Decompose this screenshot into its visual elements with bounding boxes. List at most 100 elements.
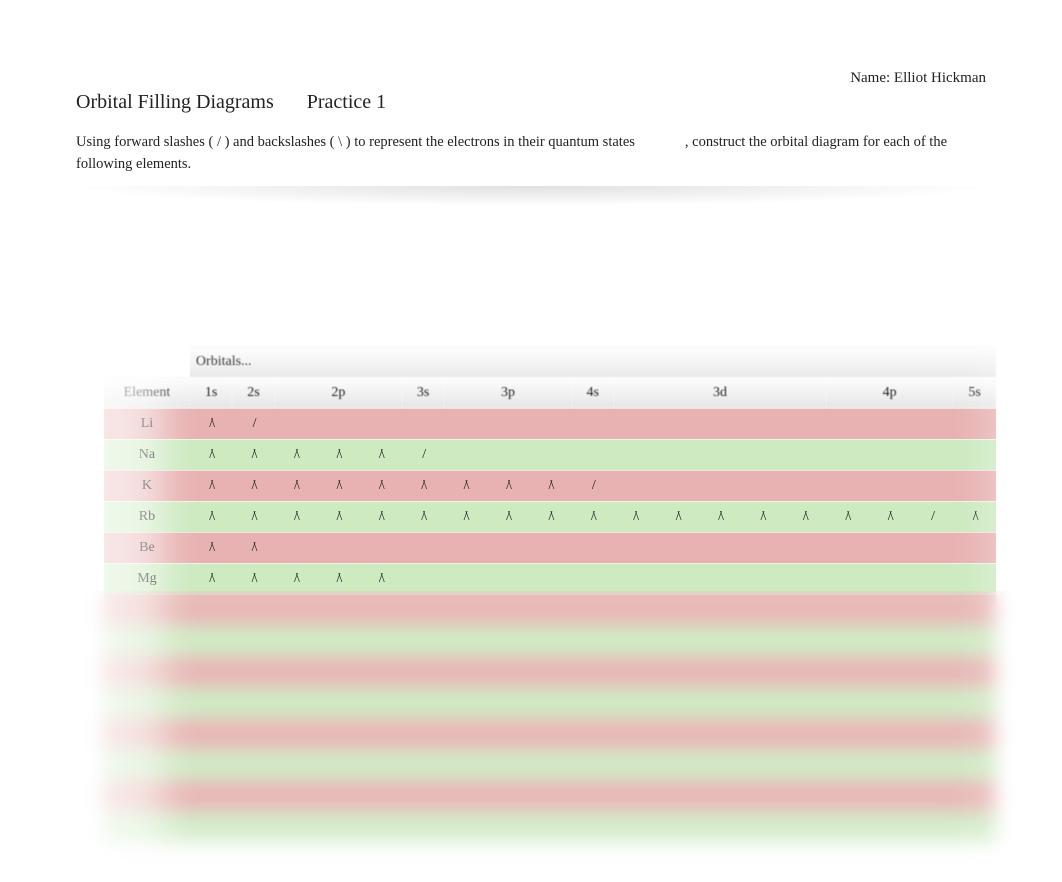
column-element: Element bbox=[104, 377, 190, 408]
orbital-cell bbox=[275, 780, 317, 811]
orbital-cell: /\ bbox=[232, 501, 274, 532]
orbital-cell bbox=[317, 718, 359, 749]
orbital-cell bbox=[826, 625, 868, 656]
orbital-cell: /\ bbox=[190, 439, 232, 470]
orbital-cell bbox=[911, 470, 953, 501]
orbital-cell bbox=[699, 780, 741, 811]
orbital-cell bbox=[360, 749, 402, 780]
orbitals-header-label: Orbitals... bbox=[190, 346, 996, 377]
table-row bbox=[104, 780, 996, 811]
orbital-cell: /\ bbox=[360, 563, 402, 594]
orbitals-header-empty bbox=[104, 346, 190, 377]
orbital-cell bbox=[699, 656, 741, 687]
orbital-cell bbox=[572, 780, 614, 811]
orbital-cell bbox=[275, 811, 317, 842]
orbital-cell bbox=[953, 439, 996, 470]
orbital-cell bbox=[360, 687, 402, 718]
orbital-cell: /\ bbox=[317, 470, 359, 501]
orbital-cell bbox=[232, 718, 274, 749]
header-shadow bbox=[66, 186, 996, 206]
orbital-cell bbox=[402, 408, 444, 439]
orbital-cell bbox=[360, 625, 402, 656]
orbital-cell bbox=[741, 718, 783, 749]
orbital-table: Orbitals...Element1s2s2p3s3p4s3d4p5sLi/\… bbox=[104, 346, 996, 842]
instructions: Using forward slashes ( / ) and backslas… bbox=[76, 132, 986, 176]
worksheet-title: Orbital Filling Diagrams bbox=[76, 91, 274, 114]
orbital-cell bbox=[572, 563, 614, 594]
column-3s: 3s bbox=[402, 377, 444, 408]
orbital-cell bbox=[529, 594, 571, 625]
orbital-cell bbox=[275, 687, 317, 718]
element-cell: Rb bbox=[104, 501, 190, 532]
orbital-cell bbox=[614, 687, 656, 718]
orbital-cell bbox=[826, 470, 868, 501]
column-4p: 4p bbox=[826, 377, 953, 408]
table-row bbox=[104, 718, 996, 749]
column-3d: 3d bbox=[614, 377, 826, 408]
orbital-cell bbox=[826, 780, 868, 811]
orbital-cell bbox=[911, 780, 953, 811]
orbital-cell bbox=[232, 625, 274, 656]
column-2s: 2s bbox=[232, 377, 274, 408]
orbital-cell bbox=[275, 594, 317, 625]
orbital-cell bbox=[953, 532, 996, 563]
orbital-cell bbox=[656, 749, 698, 780]
orbital-cell bbox=[826, 408, 868, 439]
orbital-cell bbox=[317, 687, 359, 718]
orbital-cell bbox=[953, 749, 996, 780]
orbital-cell bbox=[699, 625, 741, 656]
orbital-cell bbox=[444, 687, 486, 718]
column-4s: 4s bbox=[572, 377, 614, 408]
orbital-cell bbox=[911, 656, 953, 687]
orbital-cell bbox=[614, 408, 656, 439]
title-line: Orbital Filling Diagrams Practice 1 bbox=[76, 91, 986, 114]
orbital-cell: /\ bbox=[232, 439, 274, 470]
orbital-cell bbox=[317, 811, 359, 842]
orbital-cell bbox=[826, 687, 868, 718]
orbital-cell bbox=[317, 532, 359, 563]
orbital-cell bbox=[444, 718, 486, 749]
orbital-cell bbox=[190, 749, 232, 780]
orbital-cell bbox=[487, 563, 529, 594]
orbital-cell bbox=[487, 439, 529, 470]
orbital-cell bbox=[529, 687, 571, 718]
orbital-cell bbox=[911, 811, 953, 842]
orbital-cell bbox=[911, 408, 953, 439]
orbital-cell bbox=[784, 408, 826, 439]
orbital-cell bbox=[572, 687, 614, 718]
orbital-cell bbox=[444, 408, 486, 439]
orbital-cell: /\ bbox=[402, 501, 444, 532]
orbital-cell bbox=[317, 749, 359, 780]
orbital-cell bbox=[826, 656, 868, 687]
element-cell bbox=[104, 718, 190, 749]
orbital-cell bbox=[953, 811, 996, 842]
table-row: Mg/\/\/\/\/\ bbox=[104, 563, 996, 594]
orbital-cell bbox=[784, 811, 826, 842]
orbital-cell bbox=[572, 749, 614, 780]
orbital-cell: /\ bbox=[656, 501, 698, 532]
orbital-cell: / bbox=[572, 470, 614, 501]
orbital-cell bbox=[784, 780, 826, 811]
orbital-cell bbox=[826, 811, 868, 842]
orbital-cell bbox=[741, 749, 783, 780]
orbital-cell bbox=[826, 594, 868, 625]
orbital-cell bbox=[572, 439, 614, 470]
orbital-cell: /\ bbox=[487, 470, 529, 501]
orbital-cell bbox=[444, 749, 486, 780]
orbital-cell bbox=[741, 656, 783, 687]
student-name-line: Name: Elliot Hickman bbox=[76, 70, 986, 87]
orbital-cell bbox=[360, 656, 402, 687]
orbital-cell bbox=[741, 625, 783, 656]
element-cell: Mg bbox=[104, 563, 190, 594]
orbital-cell bbox=[572, 811, 614, 842]
name-value: Elliot Hickman bbox=[894, 70, 986, 86]
orbital-cell bbox=[826, 532, 868, 563]
orbital-cell bbox=[656, 594, 698, 625]
orbital-cell: /\ bbox=[275, 439, 317, 470]
orbital-cell bbox=[487, 408, 529, 439]
element-cell bbox=[104, 594, 190, 625]
orbital-cell bbox=[784, 687, 826, 718]
column-2p: 2p bbox=[275, 377, 402, 408]
orbital-cell bbox=[614, 439, 656, 470]
table-row bbox=[104, 594, 996, 625]
